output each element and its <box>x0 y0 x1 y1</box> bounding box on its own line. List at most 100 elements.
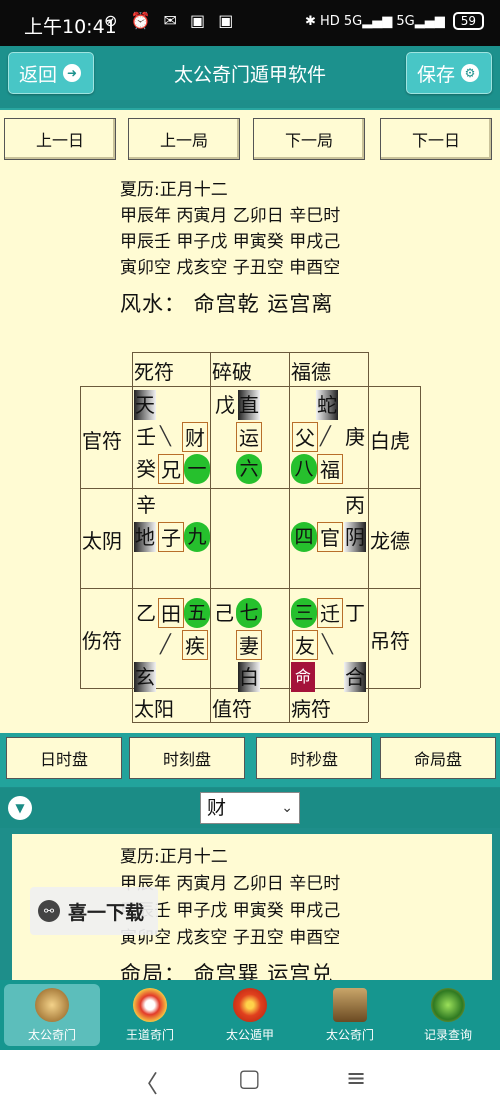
nav-taigong-qimen-2[interactable]: 太公奇门 <box>302 984 398 1046</box>
slash: ╱ <box>160 634 171 655</box>
save-label: 保存 <box>417 63 456 86</box>
number-badge: 八 <box>291 454 317 484</box>
relation-fu: 父 <box>292 422 318 452</box>
relation-qi: 妻 <box>236 630 262 660</box>
bagua-icon <box>133 988 167 1022</box>
signal-icons: ✱ HD 5G▂▄▆ 5G▂▄▆ <box>304 13 445 29</box>
nav-label: 太公奇门 <box>27 1028 76 1042</box>
slash: ╱ <box>320 426 331 447</box>
number-badge: 一 <box>184 454 210 484</box>
god-tian: 天 <box>134 390 156 420</box>
stem-yi: 乙 <box>136 601 156 625</box>
relation-tian: 田 <box>158 598 184 628</box>
menu-nav-icon[interactable]: ≡ <box>346 1064 366 1092</box>
number-badge: 三 <box>291 598 317 628</box>
select-row: ▼ 财 ⌄ <box>0 788 500 828</box>
ganzhi-line: 甲辰年 丙寅月 乙卯日 辛巳时 <box>120 206 341 226</box>
god-zhi: 直 <box>238 390 260 420</box>
download-text: 喜一下载 <box>68 901 145 924</box>
prev-ju-button[interactable]: 上一局 <box>128 118 240 160</box>
relation-you: 友 <box>292 630 318 660</box>
category-select[interactable]: 财 ⌄ <box>200 792 300 824</box>
number-badge: 四 <box>291 522 317 552</box>
chart-panel: 上一日 上一局 下一局 下一日 夏历:正月十二 甲辰年 丙寅月 乙卯日 辛巳时 … <box>0 108 500 733</box>
relation-xiong: 兄 <box>158 454 184 484</box>
nav-taigong-dunjia[interactable]: 太公遁甲 <box>202 984 298 1046</box>
relation-guan: 官 <box>317 522 343 552</box>
system-icons: ✱ HD 5G▂▄▆ 5G▂▄▆ 59 <box>305 12 484 30</box>
record-icon <box>431 988 465 1022</box>
tab-shike[interactable]: 时刻盘 <box>129 737 245 779</box>
next-ju-button[interactable]: 下一局 <box>253 118 365 160</box>
dropdown-arrow-icon: ⌄ <box>281 800 293 816</box>
nav-label: 太公遁甲 <box>225 1028 274 1042</box>
number-badge: 五 <box>184 598 210 628</box>
compass-icon <box>35 988 69 1022</box>
top-label: 福德 <box>291 360 331 384</box>
slash: ╲ <box>322 634 333 655</box>
god-xuan: 玄 <box>134 662 156 692</box>
relation-yun: 运 <box>236 422 262 452</box>
right-label: 白虎 <box>370 429 410 453</box>
nav-taigong-qimen[interactable]: 太公奇门 <box>4 984 100 1046</box>
status-bar: 上午10:41 ⊘ ⏰ ✉ ▣ ▣ ✱ HD 5G▂▄▆ 5G▂▄▆ 59 <box>0 0 500 46</box>
left-label: 伤符 <box>82 629 122 653</box>
left-label: 太阴 <box>82 529 122 553</box>
god-yin: 阴 <box>344 522 366 552</box>
gear-icon: ⚙ <box>461 64 480 82</box>
nav-wangdao-qimen[interactable]: 王道奇门 <box>102 984 198 1046</box>
number-badge: 七 <box>236 598 262 628</box>
relation-zi: 子 <box>158 522 184 552</box>
relation-qian: 迁 <box>317 598 343 628</box>
god-she: 蛇 <box>316 390 338 420</box>
app-header: 返回 ➜ 太公奇门遁甲软件 保存 ⚙ <box>0 46 500 100</box>
battery-icon: 59 <box>452 12 484 30</box>
relation-fude: 福 <box>317 454 343 484</box>
next-day-button[interactable]: 下一日 <box>380 118 492 160</box>
fengshui-line: 风水： 命宫乾 运宫离 <box>120 292 334 316</box>
yinyang-icon <box>233 988 267 1022</box>
lunar-date-2: 夏历:正月十二 <box>120 847 228 867</box>
relation-ji: 疾 <box>182 630 208 660</box>
stem-wu: 戊 <box>215 393 235 417</box>
prev-day-button[interactable]: 上一日 <box>4 118 116 160</box>
tab-rishi[interactable]: 日时盘 <box>6 737 122 779</box>
system-nav-bar: 〈 ▢ ≡ <box>0 1050 500 1111</box>
notification-icons: ⊘ ⏰ ✉ ▣ ▣ <box>104 11 238 30</box>
bottom-nav: 太公奇门 王道奇门 太公遁甲 太公奇门 记录查询 <box>0 980 500 1050</box>
download-overlay[interactable]: ⚯ 喜一下载 <box>30 887 158 935</box>
stem-ren: 壬 <box>136 425 156 449</box>
gate-icon <box>333 988 367 1022</box>
nav-label: 王道奇门 <box>125 1028 174 1042</box>
god-bai: 白 <box>238 662 260 692</box>
right-label: 吊符 <box>370 629 410 653</box>
bottom-label: 病符 <box>291 697 331 721</box>
tab-shimiao[interactable]: 时秒盘 <box>256 737 372 779</box>
link-icon: ⚯ <box>38 900 60 922</box>
stem-geng: 庚 <box>345 425 365 449</box>
bottom-label: 值符 <box>212 697 252 721</box>
nav-label: 记录查询 <box>423 1028 472 1042</box>
god-di: 地 <box>134 522 156 552</box>
nav-label: 太公奇门 <box>325 1028 374 1042</box>
stem-xin: 辛 <box>136 493 156 517</box>
stem-ji: 己 <box>214 601 234 625</box>
status-time: 上午10:41 <box>24 16 117 38</box>
select-value: 财 <box>207 797 227 819</box>
top-label: 死符 <box>134 360 174 384</box>
nav-records[interactable]: 记录查询 <box>400 984 496 1046</box>
chevron-down-icon[interactable]: ▼ <box>8 796 32 820</box>
relation-cai: 财 <box>182 422 208 452</box>
slash: ╲ <box>160 426 171 447</box>
save-button[interactable]: 保存 ⚙ <box>406 52 492 94</box>
xun-line: 甲辰壬 甲子戊 甲寅癸 甲戌己 <box>120 232 341 252</box>
left-label: 官符 <box>82 429 122 453</box>
home-nav-icon[interactable]: ▢ <box>238 1064 261 1092</box>
tab-mingju[interactable]: 命局盘 <box>380 737 496 779</box>
kong-line: 寅卯空 戌亥空 子丑空 申酉空 <box>120 258 341 278</box>
bottom-label: 太阳 <box>134 697 174 721</box>
god-he: 合 <box>344 662 366 692</box>
back-nav-icon[interactable]: 〈 <box>134 1064 158 1099</box>
number-badge: 六 <box>236 454 262 484</box>
lunar-date: 夏历:正月十二 <box>120 180 228 200</box>
